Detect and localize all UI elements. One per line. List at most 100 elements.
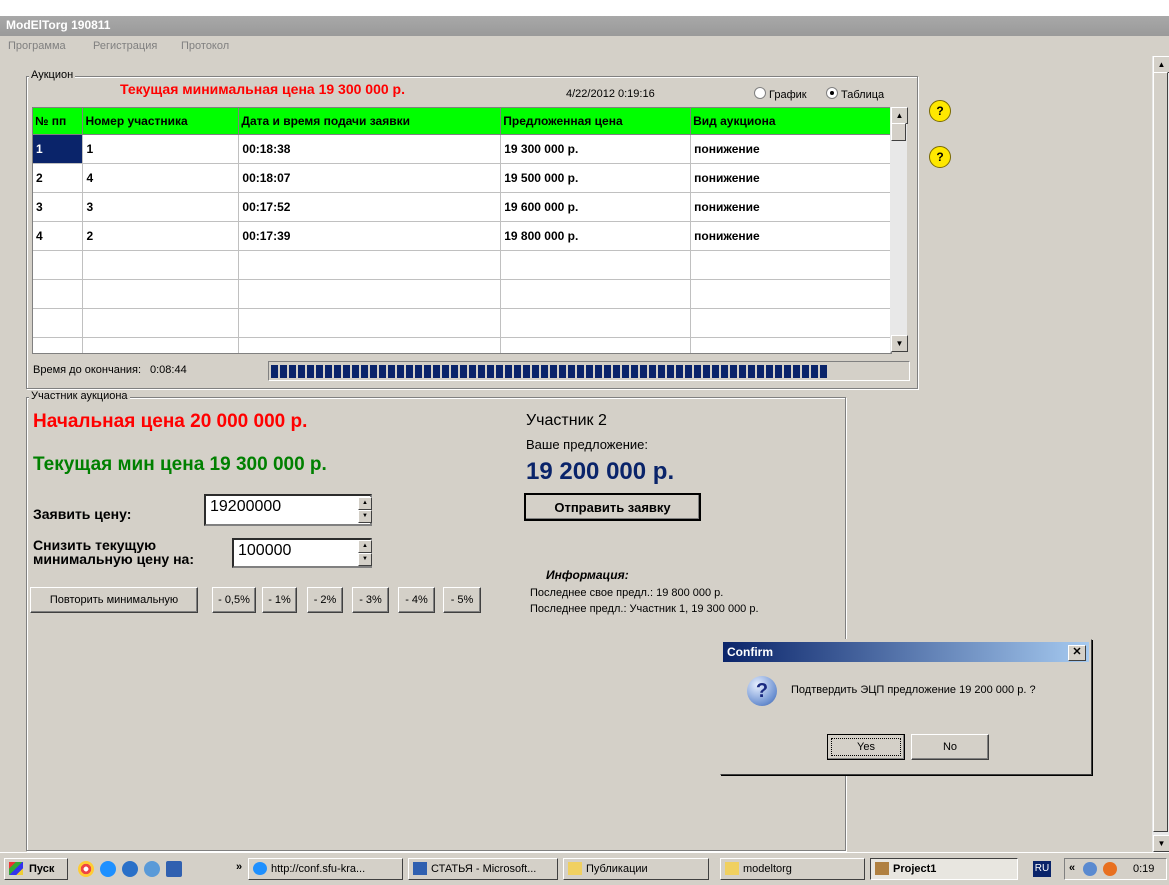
col-auction-type[interactable]: Вид аукциона bbox=[690, 108, 891, 135]
spin-down-icon[interactable]: ▼ bbox=[358, 510, 372, 523]
spin-up-icon[interactable]: ▲ bbox=[358, 497, 372, 510]
progress-segment bbox=[568, 365, 575, 378]
taskbar-item-modeltorg[interactable]: modeltorg bbox=[720, 858, 865, 880]
col-datetime[interactable]: Дата и время подачи заявки bbox=[238, 108, 502, 135]
table-row-empty[interactable] bbox=[33, 337, 891, 353]
decrease-spinner[interactable]: ▲ ▼ bbox=[358, 540, 372, 566]
minus-5-percent-button[interactable]: - 5% bbox=[443, 587, 481, 613]
table-row-empty[interactable] bbox=[33, 308, 891, 338]
no-button[interactable]: No bbox=[911, 734, 989, 760]
offer-label: Ваше предложение: bbox=[526, 437, 648, 452]
cell-index[interactable]: 3 bbox=[33, 192, 84, 222]
scrollbar-thumb[interactable] bbox=[1153, 72, 1168, 832]
progress-segment bbox=[766, 365, 773, 378]
minus-2-percent-button[interactable]: - 2% bbox=[307, 587, 343, 613]
cell-index[interactable]: 4 bbox=[33, 221, 84, 251]
bids-grid[interactable]: № пп Номер участника Дата и время подачи… bbox=[32, 107, 892, 354]
network-icon[interactable] bbox=[1083, 862, 1097, 876]
cell-price[interactable]: 19 600 000 р. bbox=[500, 192, 692, 222]
language-indicator[interactable]: RU bbox=[1033, 861, 1051, 877]
cell-participant[interactable]: 2 bbox=[82, 221, 240, 251]
chrome-icon[interactable] bbox=[78, 861, 94, 877]
progress-segment bbox=[685, 365, 692, 378]
ie-icon[interactable] bbox=[100, 861, 116, 877]
bid-input[interactable]: 19200000 bbox=[204, 494, 372, 526]
progress-segment bbox=[325, 365, 332, 378]
table-row[interactable]: 3 3 00:17:52 19 600 000 р. понижение bbox=[33, 192, 891, 222]
help-icon-2[interactable]: ? bbox=[929, 146, 951, 168]
menu-registration[interactable]: Регистрация bbox=[93, 40, 157, 52]
cell-price[interactable]: 19 300 000 р. bbox=[500, 134, 692, 164]
spin-up-icon[interactable]: ▲ bbox=[358, 540, 372, 553]
yes-button[interactable]: Yes bbox=[827, 734, 905, 760]
cell-index[interactable]: 1 bbox=[33, 134, 84, 164]
bid-spinner[interactable]: ▲ ▼ bbox=[358, 497, 372, 523]
taskbar-item-publications[interactable]: Публикации bbox=[563, 858, 709, 880]
cell-index[interactable]: 2 bbox=[33, 163, 84, 193]
grid-scrollbar[interactable]: ▲ ▼ bbox=[890, 107, 908, 352]
table-row[interactable]: 1 1 00:18:38 19 300 000 р. понижение bbox=[33, 134, 891, 164]
cell-type[interactable]: понижение bbox=[690, 221, 891, 251]
radio-chart-icon[interactable] bbox=[754, 87, 766, 99]
close-icon[interactable]: ✕ bbox=[1068, 645, 1086, 661]
progress-segment bbox=[298, 365, 305, 378]
taskbar-item-browser[interactable]: http://conf.sfu-kra... bbox=[248, 858, 403, 880]
cell-participant[interactable]: 1 bbox=[82, 134, 240, 164]
cell-price[interactable]: 19 500 000 р. bbox=[500, 163, 692, 193]
window-scrollbar[interactable]: ▲ ▼ bbox=[1152, 56, 1169, 852]
col-price[interactable]: Предложенная цена bbox=[500, 108, 692, 135]
start-price: Начальная цена 20 000 000 р. bbox=[33, 411, 308, 432]
quicklaunch-chevron-icon[interactable]: » bbox=[236, 861, 242, 873]
tray-chevron-icon[interactable]: « bbox=[1069, 862, 1075, 874]
start-button[interactable]: Пуск bbox=[4, 858, 68, 880]
progress-segment bbox=[469, 365, 476, 378]
grid-scroll-up-icon[interactable]: ▲ bbox=[891, 107, 908, 124]
cell-time[interactable]: 00:18:07 bbox=[238, 163, 502, 193]
col-participant[interactable]: Номер участника bbox=[82, 108, 240, 135]
cell-participant[interactable]: 4 bbox=[82, 163, 240, 193]
help-icon[interactable]: ? bbox=[929, 100, 951, 122]
view-radio-chart[interactable]: График bbox=[754, 87, 807, 101]
table-row[interactable]: 4 2 00:17:39 19 800 000 р. понижение bbox=[33, 221, 891, 251]
minus-1-percent-button[interactable]: - 1% bbox=[262, 587, 297, 613]
word-icon[interactable] bbox=[166, 861, 182, 877]
table-row-empty[interactable] bbox=[33, 279, 891, 309]
media-icon[interactable] bbox=[122, 861, 138, 877]
menu-protocol[interactable]: Протокол bbox=[181, 40, 229, 52]
cell-type[interactable]: понижение bbox=[690, 192, 891, 222]
bid-input-value: 19200000 bbox=[210, 498, 282, 515]
taskbar-item-project1[interactable]: Project1 bbox=[870, 858, 1018, 880]
send-bid-button[interactable]: Отправить заявку bbox=[524, 493, 701, 521]
taskbar: Пуск » http://conf.sfu-kra... СТАТЬЯ - M… bbox=[0, 852, 1169, 885]
radio-table-icon[interactable] bbox=[826, 87, 838, 99]
spin-down-icon[interactable]: ▼ bbox=[358, 553, 372, 566]
progress-segment bbox=[496, 365, 503, 378]
cell-time[interactable]: 00:17:39 bbox=[238, 221, 502, 251]
app-icon[interactable] bbox=[144, 861, 160, 877]
grid-scroll-thumb[interactable] bbox=[891, 123, 906, 141]
cell-time[interactable]: 00:17:52 bbox=[238, 192, 502, 222]
menu-program[interactable]: Программа bbox=[8, 40, 66, 52]
view-radio-table[interactable]: Таблица bbox=[826, 87, 884, 101]
grid-scroll-down-icon[interactable]: ▼ bbox=[891, 335, 908, 352]
cell-type[interactable]: понижение bbox=[690, 134, 891, 164]
taskbar-item-word[interactable]: СТАТЬЯ - Microsoft... bbox=[408, 858, 558, 880]
col-index[interactable]: № пп bbox=[33, 108, 84, 135]
progress-segment bbox=[559, 365, 566, 378]
minus-3-percent-button[interactable]: - 3% bbox=[352, 587, 389, 613]
cell-participant[interactable]: 3 bbox=[82, 192, 240, 222]
decrease-input[interactable]: 100000 bbox=[232, 538, 372, 568]
table-row[interactable]: 2 4 00:18:07 19 500 000 р. понижение bbox=[33, 163, 891, 193]
scroll-up-arrow-icon[interactable]: ▲ bbox=[1153, 56, 1169, 73]
minus-0-5-percent-button[interactable]: - 0,5% bbox=[212, 587, 256, 613]
tray-app-icon[interactable] bbox=[1103, 862, 1117, 876]
cell-type[interactable]: понижение bbox=[690, 163, 891, 193]
scroll-down-arrow-icon[interactable]: ▼ bbox=[1153, 835, 1169, 852]
table-row-empty[interactable] bbox=[33, 250, 891, 280]
bid-label: Заявить цену: bbox=[33, 506, 132, 522]
repeat-min-button[interactable]: Повторить минимальную bbox=[30, 587, 198, 613]
minus-4-percent-button[interactable]: - 4% bbox=[398, 587, 435, 613]
cell-price[interactable]: 19 800 000 р. bbox=[500, 221, 692, 251]
cell-time[interactable]: 00:18:38 bbox=[238, 134, 502, 164]
taskbar-item-label: Публикации bbox=[586, 863, 648, 875]
